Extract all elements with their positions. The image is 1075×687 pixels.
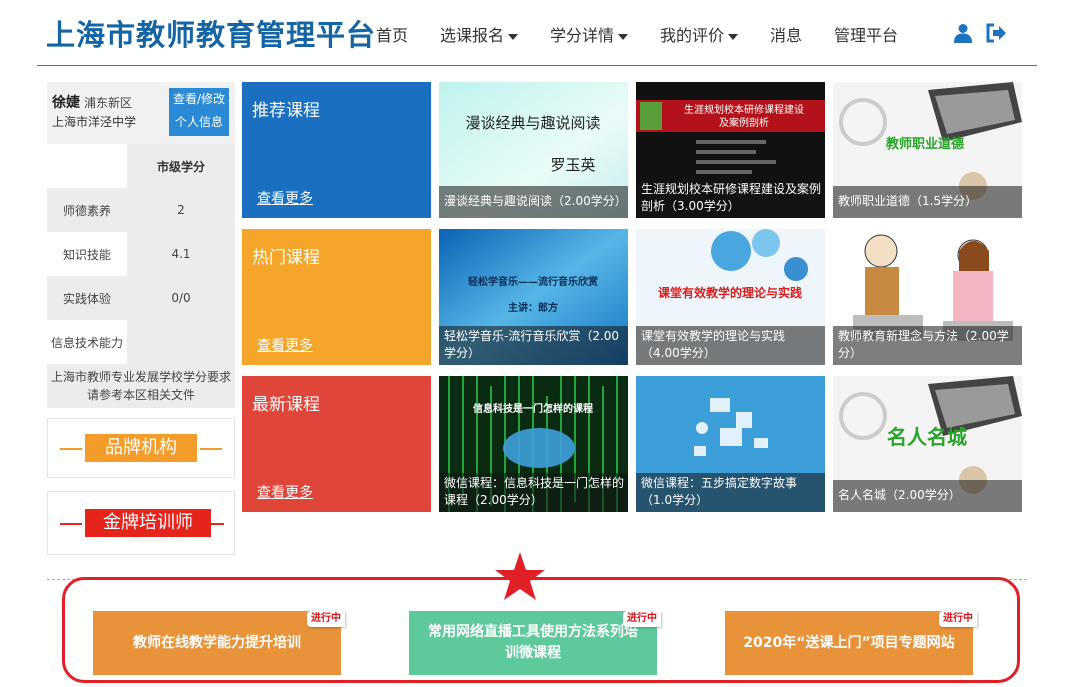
category-title: 热门课程	[252, 248, 320, 268]
credit-note-line-2: 请参考本区相关文件	[86, 388, 195, 402]
category-title: 推荐课程	[252, 101, 320, 121]
category-popular[interactable]: 热门课程 查看更多	[242, 229, 431, 365]
credit-column-header: 市级学分	[127, 144, 235, 188]
credit-row-value: 2	[127, 188, 235, 232]
course-card[interactable]: 名人名城 名人名城（2.00学分）	[833, 376, 1022, 512]
course-card[interactable]: 教师教育新理念与方法（2.00学分）	[833, 229, 1022, 365]
user-district: 浦东新区	[84, 96, 133, 110]
nav-admin-platform[interactable]: 管理平台	[834, 22, 898, 46]
credit-row-label: 知识技能	[47, 232, 127, 276]
in-progress-badge: 进行中	[307, 611, 345, 627]
logout-icon[interactable]	[985, 23, 1007, 43]
category-title: 最新课程	[252, 395, 320, 415]
course-caption: 名人名城（2.00学分）	[833, 480, 1022, 512]
course-card[interactable]: 课堂有效教学的理论与实践 课堂有效教学的理论与实践（4.00学分）	[636, 229, 825, 365]
credit-row-label: 师德素养	[47, 188, 127, 232]
user-card: 徐婕 浦东新区 上海市洋泾中学 查看/修改 个人信息	[47, 82, 235, 144]
gold-trainer-link[interactable]: 金牌培训师	[47, 491, 235, 555]
nav-credit-details-label: 学分详情	[550, 26, 615, 45]
view-more-link[interactable]: 查看更多	[257, 188, 313, 208]
view-more-link[interactable]: 查看更多	[257, 482, 313, 502]
view-more-link[interactable]: 查看更多	[257, 335, 313, 355]
course-caption: 轻松学音乐-流行音乐欣赏（2.00学分）	[439, 326, 628, 365]
user-name: 徐婕	[52, 95, 80, 111]
nav-my-evaluation[interactable]: 我的评价	[660, 22, 739, 46]
divider	[60, 523, 82, 525]
course-caption: 教师教育新理念与方法（2.00学分）	[833, 326, 1022, 365]
nav-course-enroll[interactable]: 选课报名	[440, 22, 519, 46]
thumb-subtitle: 主讲：郎方	[508, 301, 558, 314]
credit-note: 上海市教师专业发展学校学分要求 请参考本区相关文件	[47, 364, 235, 408]
thumb-title: 课堂有效教学的理论与实践	[658, 285, 802, 300]
nav-my-evaluation-label: 我的评价	[660, 26, 725, 45]
button-label: 常用网络直播工具使用方法系列培训微课程	[428, 624, 638, 661]
thumb-title: 轻松学音乐——流行音乐欣赏	[468, 275, 598, 288]
course-caption: 微信课程：五步搞定数字故事（1.0学分）	[636, 473, 825, 512]
in-progress-badge: 进行中	[939, 611, 977, 627]
button-label: 教师在线教学能力提升培训	[133, 634, 301, 651]
online-teaching-training-button[interactable]: 教师在线教学能力提升培训 进行中	[93, 611, 345, 675]
live-tools-microcourse-button[interactable]: 常用网络直播工具使用方法系列培训微课程 进行中	[409, 611, 661, 675]
credit-note-line-1: 上海市教师专业发展学校学分要求	[50, 370, 231, 384]
credit-row-value	[127, 320, 235, 364]
credit-table: 市级学分 师德素养 2 知识技能 4.1 实践体验 0/0 信息技术能力	[47, 144, 235, 364]
thumb-title: 名人名城	[887, 425, 967, 449]
edit-profile-label-1: 查看/修改	[172, 92, 226, 106]
course-caption: 课堂有效教学的理论与实践（4.00学分）	[636, 326, 825, 365]
credit-row-label: 信息技术能力	[47, 320, 127, 364]
category-recommended[interactable]: 推荐课程 查看更多	[242, 82, 431, 218]
credit-row-label: 实践体验	[47, 276, 127, 320]
nav-messages[interactable]: 消息	[770, 22, 802, 46]
brand-institution-link[interactable]: 品牌机构	[47, 418, 235, 478]
credit-header-blank	[47, 144, 127, 188]
chevron-down-icon	[508, 33, 519, 40]
nav-credit-details[interactable]: 学分详情	[550, 22, 629, 46]
course-card[interactable]: 信息科技是一门怎样的课程 微信课程：信息科技是一门怎样的课程（2.00学分）	[439, 376, 628, 512]
star-icon	[495, 552, 545, 600]
chevron-down-icon	[618, 33, 629, 40]
thumb-title: 漫谈经典与趣说阅读	[465, 114, 600, 132]
divider	[200, 448, 222, 450]
header-divider	[37, 65, 1037, 66]
course-delivery-site-button[interactable]: 2020年“送课上门”项目专题网站 进行中	[725, 611, 977, 675]
user-name-row: 徐婕 浦东新区	[52, 92, 132, 112]
gold-trainer-label: 金牌培训师	[85, 509, 211, 537]
edit-profile-button[interactable]: 查看/修改 个人信息	[169, 88, 229, 136]
brand-institution-label: 品牌机构	[85, 434, 197, 462]
credit-row-value: 0/0	[127, 276, 235, 320]
course-caption: 生涯规划校本研修课程建设及案例剖析（3.00学分）	[636, 179, 825, 218]
course-card[interactable]: 漫谈经典与趣说阅读 罗玉英 漫谈经典与趣说阅读（2.00学分）	[439, 82, 628, 218]
credit-row-value: 4.1	[127, 232, 235, 276]
thumb-title: 教师职业道德	[885, 136, 964, 152]
user-icon[interactable]	[953, 23, 973, 43]
chevron-down-icon	[728, 33, 739, 40]
in-progress-badge: 进行中	[623, 611, 661, 627]
edit-profile-label-2: 个人信息	[174, 115, 223, 129]
site-logo[interactable]: 上海市教师教育管理平台	[46, 12, 376, 54]
header: 上海市教师教育管理平台 首页 选课报名 学分详情 我的评价 消息 管理平台	[0, 0, 1075, 66]
course-card[interactable]: 生涯规划校本研修课程建设 及案例剖析 生涯规划校本研修课程建设及案例剖析（3.0…	[636, 82, 825, 218]
course-card[interactable]: 轻松学音乐——流行音乐欣赏 主讲：郎方 轻松学音乐-流行音乐欣赏（2.00学分）	[439, 229, 628, 365]
course-caption: 微信课程：信息科技是一门怎样的课程（2.00学分）	[439, 473, 628, 512]
course-card[interactable]: 微信课程：五步搞定数字故事（1.0学分）	[636, 376, 825, 512]
nav-course-enroll-label: 选课报名	[440, 26, 505, 45]
course-caption: 教师职业道德（1.5学分）	[833, 186, 1022, 218]
course-card[interactable]: 教师职业道德 教师职业道德（1.5学分）	[833, 82, 1022, 218]
divider	[202, 523, 224, 525]
button-label: 2020年“送课上门”项目专题网站	[743, 634, 955, 651]
course-caption: 漫谈经典与趣说阅读（2.00学分）	[439, 186, 628, 218]
category-latest[interactable]: 最新课程 查看更多	[242, 376, 431, 512]
user-school: 上海市洋泾中学	[52, 115, 137, 129]
thumb-subtitle: 及案例剖析	[719, 116, 769, 129]
thumb-title: 信息科技是一门怎样的课程	[473, 402, 593, 415]
nav-home[interactable]: 首页	[376, 22, 408, 46]
divider	[60, 448, 82, 450]
thumb-author: 罗玉英	[550, 156, 595, 174]
thumb-title: 生涯规划校本研修课程建设	[684, 103, 804, 116]
